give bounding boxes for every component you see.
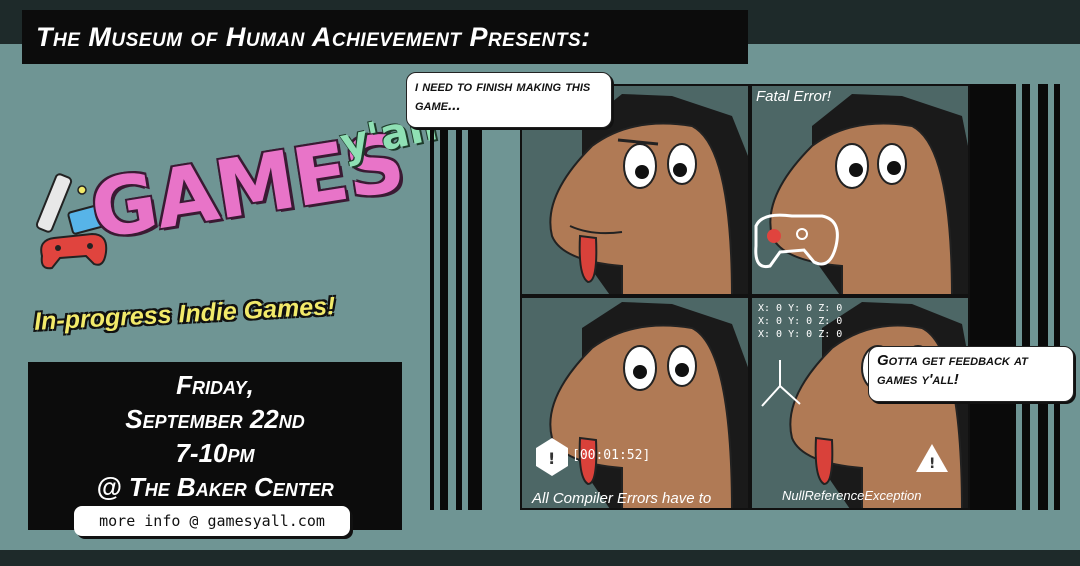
stripe <box>430 84 434 510</box>
event-location: @ The Baker Center <box>96 472 334 502</box>
event-details: Friday, September 22nd 7-10pm @ The Bake… <box>28 362 402 530</box>
comic-panel-2: Fatal Error! <box>750 84 970 296</box>
event-date: September 22nd <box>125 404 305 434</box>
stripe <box>970 84 1016 510</box>
comic-strip: Fatal Error! ! [00:01:52] All Compiler E… <box>428 84 1070 510</box>
more-info-text: more info @ gamesyall.com <box>99 512 325 530</box>
comic-panel-4: ! X: 0 Y: 0 Z: 0 X: 0 Y: 0 Z: 0 X: 0 Y: … <box>750 296 970 510</box>
speech-bubble-bottom-text: Gotta get feedback at games y'all! <box>877 352 1028 388</box>
presenter-banner: The Museum of Human Achievement Presents… <box>22 10 748 64</box>
panel-4-coords: X: 0 Y: 0 Z: 0 X: 0 Y: 0 Z: 0 X: 0 Y: 0 … <box>758 302 842 341</box>
stripe <box>1022 84 1030 510</box>
horse-face-illustration: ! <box>536 302 748 508</box>
speech-bubble-top-text: i need to finish making this game... <box>415 78 591 114</box>
horse-face-illustration <box>754 94 968 294</box>
panel-2-caption: Fatal Error! <box>756 88 832 105</box>
stripe <box>1038 84 1048 510</box>
svg-text:!: ! <box>548 449 555 468</box>
comic-panel-3: ! [00:01:52] All Compiler Errors have to <box>520 296 750 510</box>
coord-line: X: 0 Y: 0 Z: 0 <box>758 303 843 314</box>
axis-gizmo-icon <box>761 360 801 407</box>
games-yall-logo: GAMES y'all <box>30 80 441 290</box>
bottom-band <box>0 550 1080 566</box>
coord-line: X: 0 Y: 0 Z: 0 <box>758 329 843 340</box>
panel-4-caption: NullReferenceException <box>782 488 922 503</box>
panel-3-caption: All Compiler Errors have to <box>532 490 712 507</box>
speech-bubble-bottom: Gotta get feedback at games y'all! <box>868 346 1074 402</box>
panel-3-timer: [00:01:52] <box>572 448 651 463</box>
stripe <box>440 84 448 510</box>
presenter-title: The Museum of Human Achievement Presents… <box>36 21 591 52</box>
svg-text:!: ! <box>929 456 935 472</box>
stripe <box>468 84 482 510</box>
event-day: Friday, <box>176 370 254 400</box>
stripe <box>456 84 462 510</box>
tagline: In-progress Indie Games! <box>33 292 336 336</box>
more-info-link[interactable]: more info @ gamesyall.com <box>74 506 350 536</box>
speech-bubble-top: i need to finish making this game... <box>406 72 612 128</box>
coord-line: X: 0 Y: 0 Z: 0 <box>758 316 843 327</box>
stripe <box>1054 84 1060 510</box>
event-time: 7-10pm <box>175 438 255 468</box>
wii-remote-icon <box>35 173 73 233</box>
